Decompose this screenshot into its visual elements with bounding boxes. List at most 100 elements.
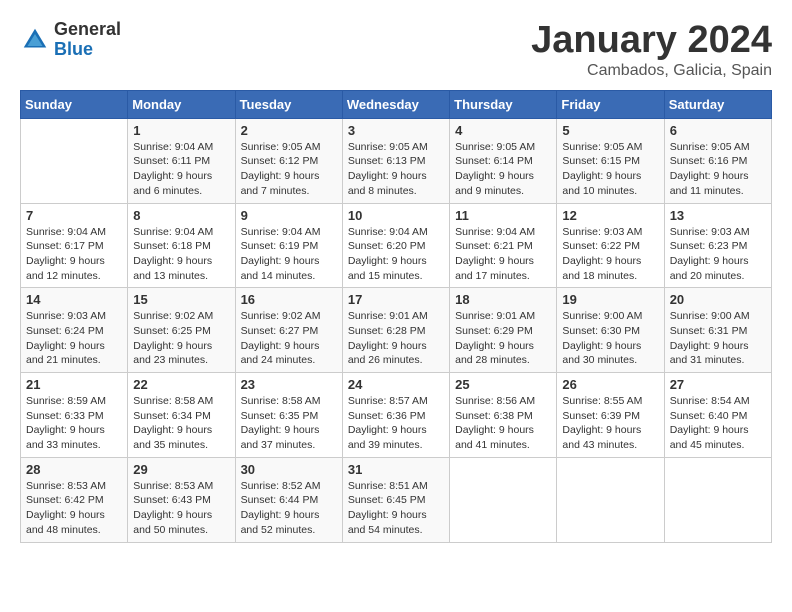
day-number: 31: [348, 462, 444, 477]
header-cell-wednesday: Wednesday: [342, 90, 449, 118]
header-cell-sunday: Sunday: [21, 90, 128, 118]
day-cell: 12Sunrise: 9:03 AM Sunset: 6:22 PM Dayli…: [557, 203, 664, 288]
day-info: Sunrise: 8:58 AM Sunset: 6:34 PM Dayligh…: [133, 394, 229, 453]
day-cell: 21 Sunrise: 8:59 AM Sunset: 6:33 PM Dayli…: [21, 373, 128, 458]
day-number: 7: [26, 208, 122, 223]
day-cell: 17Sunrise: 9:01 AM Sunset: 6:28 PM Dayli…: [342, 288, 449, 373]
day-number: 14: [26, 292, 122, 307]
day-number: 4: [455, 123, 551, 138]
day-number: 29: [133, 462, 229, 477]
day-number: 6: [670, 123, 766, 138]
day-info: Sunrise: 9:03 AM Sunset: 6:24 PM Dayligh…: [26, 309, 122, 368]
day-info: Sunrise: 9:04 AM Sunset: 6:11 PM Dayligh…: [133, 140, 229, 199]
day-info: Sunrise: 8:54 AM Sunset: 6:40 PM Dayligh…: [670, 394, 766, 453]
day-cell: 6Sunrise: 9:05 AM Sunset: 6:16 PM Daylig…: [664, 118, 771, 203]
day-cell: [557, 457, 664, 542]
header-cell-tuesday: Tuesday: [235, 90, 342, 118]
calendar-table: SundayMondayTuesdayWednesdayThursdayFrid…: [20, 90, 772, 543]
day-number: 13: [670, 208, 766, 223]
week-row-2: 7 Sunrise: 9:04 AM Sunset: 6:17 PM Daylig…: [21, 203, 772, 288]
day-number: 2: [241, 123, 337, 138]
day-info: Sunrise: 9:01 AM Sunset: 6:28 PM Dayligh…: [348, 309, 444, 368]
week-row-1: 1 Sunrise: 9:04 AM Sunset: 6:11 PM Daylig…: [21, 118, 772, 203]
day-info: Sunrise: 8:56 AM Sunset: 6:38 PM Dayligh…: [455, 394, 551, 453]
day-cell: 25 Sunrise: 8:56 AM Sunset: 6:38 PM Dayli…: [450, 373, 557, 458]
day-info: Sunrise: 9:02 AM Sunset: 6:25 PM Dayligh…: [133, 309, 229, 368]
logo-text: General Blue: [54, 20, 121, 60]
day-number: 24: [348, 377, 444, 392]
day-info: Sunrise: 9:00 AM Sunset: 6:30 PM Dayligh…: [562, 309, 658, 368]
day-cell: 20 Sunrise: 9:00 AM Sunset: 6:31 PM Dayli…: [664, 288, 771, 373]
day-cell: 8 Sunrise: 9:04 AM Sunset: 6:18 PM Daylig…: [128, 203, 235, 288]
day-cell: 7 Sunrise: 9:04 AM Sunset: 6:17 PM Daylig…: [21, 203, 128, 288]
day-number: 3: [348, 123, 444, 138]
header-cell-friday: Friday: [557, 90, 664, 118]
day-number: 8: [133, 208, 229, 223]
week-row-5: 28 Sunrise: 8:53 AM Sunset: 6:42 PM Dayli…: [21, 457, 772, 542]
day-number: 1: [133, 123, 229, 138]
day-number: 10: [348, 208, 444, 223]
day-cell: 28 Sunrise: 8:53 AM Sunset: 6:42 PM Dayli…: [21, 457, 128, 542]
day-cell: 9 Sunrise: 9:04 AM Sunset: 6:19 PM Daylig…: [235, 203, 342, 288]
day-number: 22: [133, 377, 229, 392]
day-cell: 15 Sunrise: 9:02 AM Sunset: 6:25 PM Dayli…: [128, 288, 235, 373]
day-info: Sunrise: 9:04 AM Sunset: 6:19 PM Dayligh…: [241, 225, 337, 284]
day-number: 12: [562, 208, 658, 223]
day-info: Sunrise: 9:01 AM Sunset: 6:29 PM Dayligh…: [455, 309, 551, 368]
calendar-body: 1 Sunrise: 9:04 AM Sunset: 6:11 PM Daylig…: [21, 118, 772, 542]
day-number: 20: [670, 292, 766, 307]
calendar-header: SundayMondayTuesdayWednesdayThursdayFrid…: [21, 90, 772, 118]
day-cell: 22 Sunrise: 8:58 AM Sunset: 6:34 PM Dayli…: [128, 373, 235, 458]
day-cell: 11 Sunrise: 9:04 AM Sunset: 6:21 PM Dayli…: [450, 203, 557, 288]
day-info: Sunrise: 9:04 AM Sunset: 6:17 PM Dayligh…: [26, 225, 122, 284]
day-info: Sunrise: 9:04 AM Sunset: 6:18 PM Dayligh…: [133, 225, 229, 284]
day-info: Sunrise: 8:58 AM Sunset: 6:35 PM Dayligh…: [241, 394, 337, 453]
day-cell: 26 Sunrise: 8:55 AM Sunset: 6:39 PM Dayli…: [557, 373, 664, 458]
day-cell: 1 Sunrise: 9:04 AM Sunset: 6:11 PM Daylig…: [128, 118, 235, 203]
day-info: Sunrise: 8:53 AM Sunset: 6:43 PM Dayligh…: [133, 479, 229, 538]
header-cell-monday: Monday: [128, 90, 235, 118]
day-cell: 31 Sunrise: 8:51 AM Sunset: 6:45 PM Dayli…: [342, 457, 449, 542]
day-cell: 4 Sunrise: 9:05 AM Sunset: 6:14 PM Daylig…: [450, 118, 557, 203]
day-cell: 16 Sunrise: 9:02 AM Sunset: 6:27 PM Dayli…: [235, 288, 342, 373]
day-cell: 27 Sunrise: 8:54 AM Sunset: 6:40 PM Dayli…: [664, 373, 771, 458]
day-number: 19: [562, 292, 658, 307]
day-info: Sunrise: 8:51 AM Sunset: 6:45 PM Dayligh…: [348, 479, 444, 538]
day-number: 9: [241, 208, 337, 223]
day-info: Sunrise: 9:00 AM Sunset: 6:31 PM Dayligh…: [670, 309, 766, 368]
day-cell: 10 Sunrise: 9:04 AM Sunset: 6:20 PM Dayli…: [342, 203, 449, 288]
day-cell: 2Sunrise: 9:05 AM Sunset: 6:12 PM Daylig…: [235, 118, 342, 203]
day-number: 26: [562, 377, 658, 392]
day-info: Sunrise: 8:53 AM Sunset: 6:42 PM Dayligh…: [26, 479, 122, 538]
logo-icon: [20, 25, 50, 55]
day-cell: 3Sunrise: 9:05 AM Sunset: 6:13 PM Daylig…: [342, 118, 449, 203]
day-cell: [21, 118, 128, 203]
day-number: 11: [455, 208, 551, 223]
day-cell: 24 Sunrise: 8:57 AM Sunset: 6:36 PM Dayli…: [342, 373, 449, 458]
day-number: 30: [241, 462, 337, 477]
day-info: Sunrise: 8:59 AM Sunset: 6:33 PM Dayligh…: [26, 394, 122, 453]
day-cell: 19 Sunrise: 9:00 AM Sunset: 6:30 PM Dayli…: [557, 288, 664, 373]
day-info: Sunrise: 9:04 AM Sunset: 6:20 PM Dayligh…: [348, 225, 444, 284]
day-number: 25: [455, 377, 551, 392]
day-number: 23: [241, 377, 337, 392]
day-info: Sunrise: 9:02 AM Sunset: 6:27 PM Dayligh…: [241, 309, 337, 368]
day-cell: 23 Sunrise: 8:58 AM Sunset: 6:35 PM Dayli…: [235, 373, 342, 458]
day-info: Sunrise: 9:04 AM Sunset: 6:21 PM Dayligh…: [455, 225, 551, 284]
day-number: 28: [26, 462, 122, 477]
day-number: 21: [26, 377, 122, 392]
day-cell: 14 Sunrise: 9:03 AM Sunset: 6:24 PM Dayli…: [21, 288, 128, 373]
location: Cambados, Galicia, Spain: [531, 62, 772, 80]
day-info: Sunrise: 9:05 AM Sunset: 6:14 PM Dayligh…: [455, 140, 551, 199]
day-cell: [450, 457, 557, 542]
day-info: Sunrise: 8:57 AM Sunset: 6:36 PM Dayligh…: [348, 394, 444, 453]
logo: General Blue: [20, 20, 121, 60]
day-number: 16: [241, 292, 337, 307]
day-number: 15: [133, 292, 229, 307]
day-info: Sunrise: 8:55 AM Sunset: 6:39 PM Dayligh…: [562, 394, 658, 453]
day-cell: [664, 457, 771, 542]
day-number: 27: [670, 377, 766, 392]
day-cell: 13Sunrise: 9:03 AM Sunset: 6:23 PM Dayli…: [664, 203, 771, 288]
week-row-4: 21 Sunrise: 8:59 AM Sunset: 6:33 PM Dayli…: [21, 373, 772, 458]
day-cell: 30Sunrise: 8:52 AM Sunset: 6:44 PM Dayli…: [235, 457, 342, 542]
